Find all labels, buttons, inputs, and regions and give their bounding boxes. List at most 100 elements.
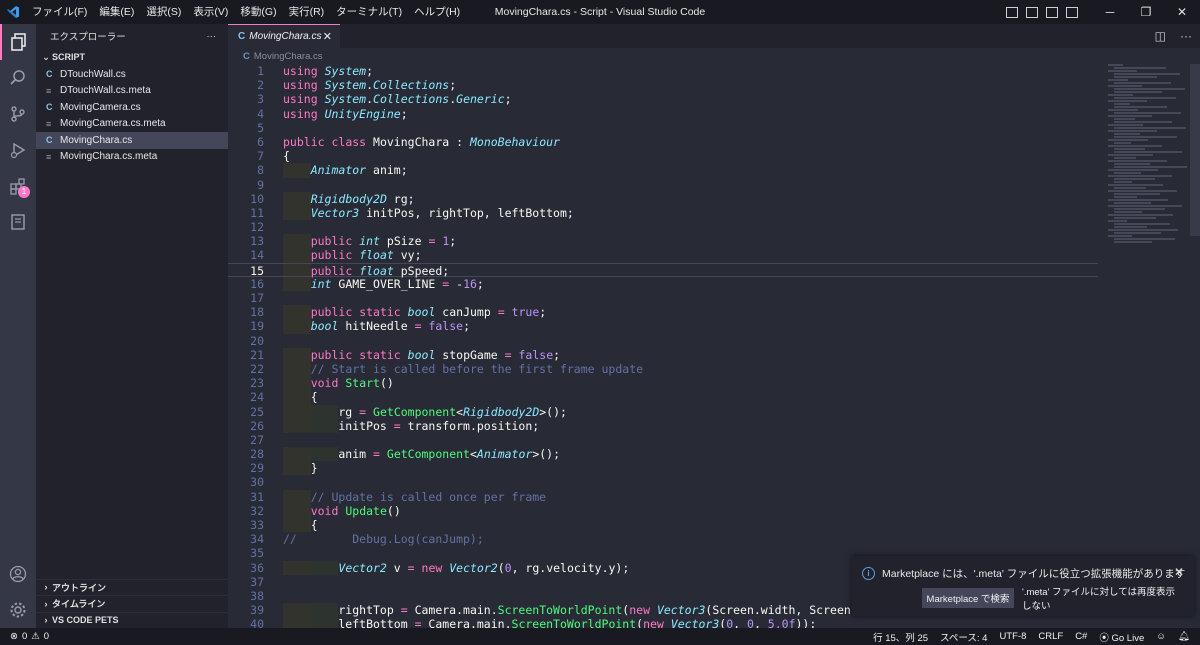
cursor-position[interactable]: 行 15、列 25 — [873, 630, 928, 644]
restore-icon[interactable]: ❐ — [1128, 0, 1164, 24]
code-line[interactable]: 6 public class MovingChara : MonoBehaviou… — [228, 135, 1098, 149]
dont-show-again-button[interactable]: '.meta' ファイルに対しては再度表示しない — [1022, 587, 1184, 612]
vertical-scrollbar[interactable] — [1190, 64, 1200, 236]
problems-indicator[interactable]: ⊗ 0 ⚠ 0 — [0, 631, 49, 642]
section-timeline[interactable]: › タイムライン — [36, 595, 228, 612]
end-of-line[interactable]: CRLF — [1038, 631, 1063, 642]
line-text: // Update is called once per frame — [310, 489, 547, 504]
code-line[interactable]: 28 anim = GetComponent<Animator>(); — [228, 447, 1098, 462]
code-line[interactable]: 20 — [228, 334, 1098, 348]
search-marketplace-button[interactable]: Marketplace で検索 — [922, 588, 1014, 608]
menu-go[interactable]: 移動(G) — [234, 0, 282, 24]
more-actions-icon[interactable]: ··· — [1180, 29, 1192, 43]
tab-movingchara[interactable]: C MovingChara.cs ✕ — [228, 24, 340, 48]
code-line[interactable]: 18 public static bool canJump = true; — [228, 305, 1098, 320]
folder-name: SCRIPT — [52, 52, 86, 62]
close-notification-icon[interactable]: ✕ — [1174, 565, 1184, 579]
code-line[interactable]: 31 // Update is called once per frame — [228, 489, 1098, 504]
split-editor-icon[interactable]: ◫ — [1155, 29, 1166, 43]
customize-layout-icon[interactable] — [1006, 6, 1018, 18]
menu-selection[interactable]: 選択(S) — [140, 0, 187, 24]
menu-view[interactable]: 表示(V) — [187, 0, 234, 24]
code-line[interactable]: 4 using UnityEngine; — [228, 107, 1098, 121]
code-line[interactable]: 10 Rigidbody2D rg; — [228, 191, 1098, 206]
code-line[interactable]: 21 public static bool stopGame = false; — [228, 347, 1098, 362]
file-item[interactable]: ≡ DTouchWall.cs.meta — [36, 83, 228, 100]
code-line[interactable]: 8 Animator anim; — [228, 163, 1098, 178]
code-line[interactable]: 24 { — [228, 390, 1098, 405]
menu-file[interactable]: ファイル(F) — [26, 0, 93, 24]
code-line[interactable]: 19 bool hitNeedle = false; — [228, 319, 1098, 334]
minimap[interactable] — [1104, 64, 1187, 264]
code-line[interactable]: 25 rg = GetComponent<Rigidbody2D>(); — [228, 404, 1098, 419]
menu-bar: ファイル(F) 編集(E) 選択(S) 表示(V) 移動(G) 実行(R) ター… — [26, 0, 466, 24]
account-icon[interactable] — [0, 556, 36, 592]
file-item[interactable]: C DTouchWall.cs — [36, 66, 228, 83]
section-vscode-pets[interactable]: › VS CODE PETS — [36, 611, 228, 629]
line-number: 22 — [250, 361, 264, 376]
minimize-icon[interactable]: ─ — [1092, 0, 1128, 24]
toggle-secondary-sidebar-icon[interactable] — [1066, 6, 1078, 18]
code-line[interactable]: 16 int GAME_OVER_LINE = -16; — [228, 276, 1098, 291]
language-mode[interactable]: C# — [1075, 631, 1087, 642]
code-line[interactable]: 12 — [228, 220, 1098, 234]
code-line[interactable]: 27 — [228, 433, 1098, 447]
extensions-icon[interactable]: 1 — [0, 168, 36, 204]
file-item[interactable]: C MovingCamera.cs — [36, 99, 228, 116]
toggle-panel-icon[interactable] — [1046, 6, 1058, 18]
code-line[interactable]: 3 using System.Collections.Generic; — [228, 92, 1098, 106]
section-outline[interactable]: › アウトライン — [36, 578, 228, 596]
menu-terminal[interactable]: ターミナル(T) — [330, 0, 408, 24]
code-line[interactable]: 23 void Start() — [228, 376, 1098, 391]
menu-help[interactable]: ヘルプ(H) — [408, 0, 466, 24]
menu-edit[interactable]: 編集(E) — [93, 0, 140, 24]
feedback-icon[interactable]: ☺ — [1156, 631, 1166, 642]
code-line[interactable]: 11 Vector3 initPos, rightTop, leftBottom… — [228, 205, 1098, 221]
more-actions-icon[interactable]: ··· — [207, 31, 217, 42]
code-line[interactable]: 7{ — [228, 149, 1098, 163]
code-line[interactable]: 29 } — [228, 461, 1098, 476]
code-line[interactable]: 32 void Update() — [228, 503, 1098, 518]
close-tab-icon[interactable]: ✕ — [323, 30, 332, 43]
error-count: 0 — [21, 631, 28, 642]
code-editor[interactable]: 1 using System; 2 using System.Collections;… — [228, 64, 1098, 628]
code-line[interactable]: 2 using System.Collections; — [228, 78, 1098, 92]
section-label: アウトライン — [52, 582, 107, 593]
code-line[interactable]: 1 using System; — [228, 64, 1098, 78]
file-item[interactable]: ≡ MovingCamera.cs.meta — [36, 116, 228, 133]
code-line[interactable]: 5 — [228, 121, 1098, 135]
minimap-line — [1114, 118, 1135, 120]
line-number: 9 — [257, 177, 264, 192]
notifications-bell-icon[interactable]: 🔔︎ — [1178, 631, 1190, 642]
file-item[interactable]: ≡ MovingChara.cs.meta — [36, 149, 228, 166]
file-item[interactable]: C MovingChara.cs — [36, 132, 228, 149]
close-window-icon[interactable]: ✕ — [1164, 0, 1200, 24]
toggle-primary-sidebar-icon[interactable] — [1026, 6, 1038, 18]
code-line[interactable]: 14 public float vy; — [228, 248, 1098, 263]
notebook-icon[interactable] — [0, 204, 36, 240]
code-line[interactable]: 17 — [228, 291, 1098, 305]
run-debug-icon[interactable] — [0, 132, 36, 168]
code-line[interactable]: 33 { — [228, 518, 1098, 533]
title-bar: ファイル(F) 編集(E) 選択(S) 表示(V) 移動(G) 実行(R) ター… — [0, 0, 1200, 24]
menu-run[interactable]: 実行(R) — [283, 0, 331, 24]
code-line[interactable]: 34 // Debug.Log(canJump); — [228, 532, 1098, 546]
settings-gear-icon[interactable] — [0, 592, 36, 628]
line-number: 21 — [250, 347, 264, 362]
code-line[interactable]: 30 — [228, 475, 1098, 489]
code-line[interactable]: 40 leftBottom = Camera.main.ScreenToWorl… — [228, 617, 1098, 628]
breadcrumb-file[interactable]: MovingChara.cs — [254, 51, 323, 62]
search-icon[interactable] — [0, 60, 36, 96]
code-line[interactable]: 26 initPos = transform.position; — [228, 418, 1098, 433]
code-line[interactable]: 9 — [228, 178, 1098, 192]
encoding[interactable]: UTF-8 — [999, 631, 1026, 642]
go-live-button[interactable]: ⦿ Go Live — [1099, 630, 1144, 644]
code-line[interactable]: 15 public float pSpeed; — [228, 262, 1098, 278]
notification-message-row: i Marketplace には、'.meta' ファイルに役立つ拡張機能があり… — [862, 566, 1185, 581]
folder-section-script[interactable]: ⌄ SCRIPT — [36, 48, 228, 66]
code-line[interactable]: 22 // Start is called before the first f… — [228, 361, 1098, 377]
explorer-icon[interactable] — [0, 24, 36, 60]
source-control-icon[interactable] — [0, 96, 36, 132]
indentation[interactable]: スペース: 4 — [940, 630, 987, 644]
code-line[interactable]: 13 public int pSize = 1; — [228, 234, 1098, 249]
